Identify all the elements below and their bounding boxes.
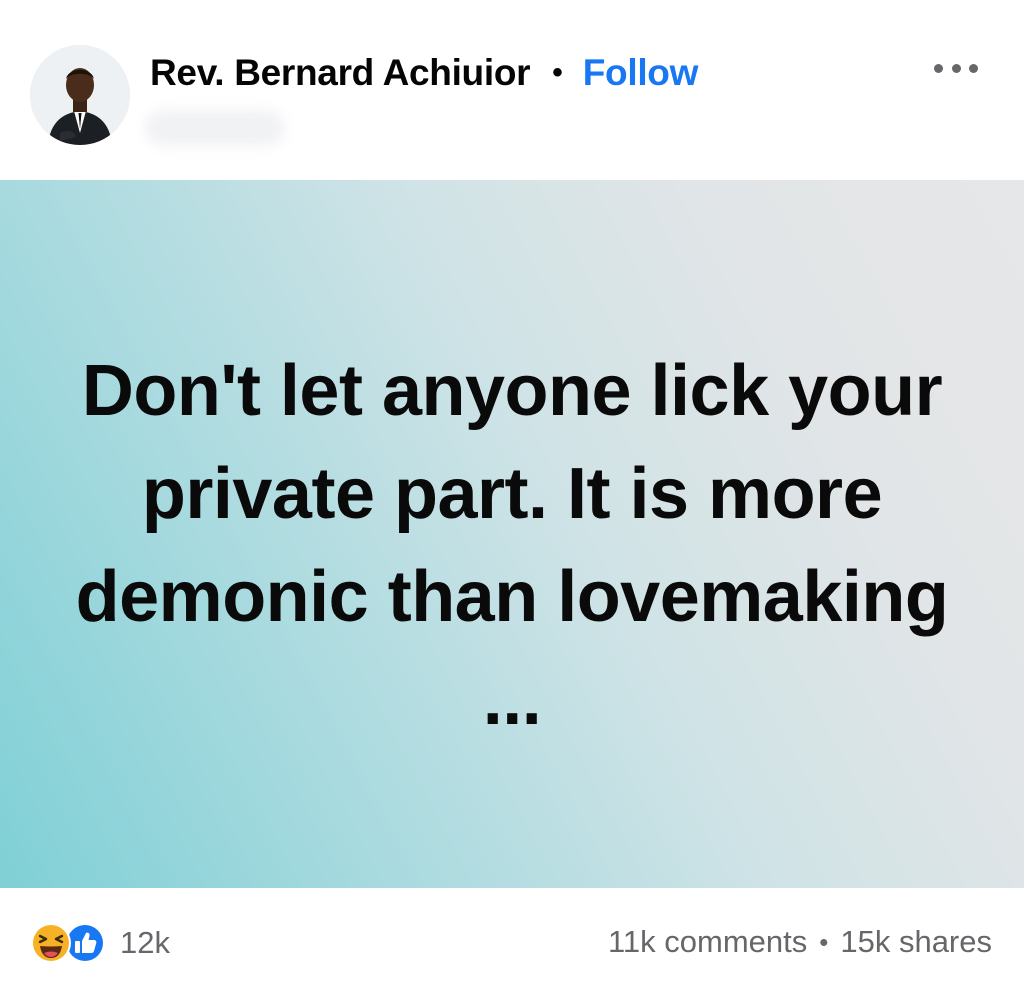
reaction-count: 12k (120, 925, 170, 960)
stats-separator: • (819, 926, 829, 957)
reactions-summary[interactable]: 12k (30, 922, 170, 964)
separator-dot: • (552, 56, 563, 89)
more-dot (934, 63, 943, 73)
shares-count[interactable]: 15k shares (840, 924, 992, 960)
post-header: Rev. Bernard Achiuior • Follow (0, 0, 1024, 180)
blurred-timestamp (145, 110, 285, 146)
comments-count[interactable]: 11k comments (608, 924, 807, 960)
haha-reaction-icon (31, 923, 71, 963)
post-stats: 11k comments • 15k shares (608, 924, 992, 960)
author-name[interactable]: Rev. Bernard Achiuior (150, 52, 531, 94)
follow-button[interactable]: Follow (583, 52, 699, 94)
post-text: Don't let anyone lick your private part.… (75, 351, 949, 740)
avatar[interactable] (30, 45, 130, 145)
more-dot (951, 63, 961, 73)
more-dot (969, 63, 978, 73)
more-options-icon[interactable] (934, 58, 978, 78)
author-row: Rev. Bernard Achiuior • Follow (150, 50, 698, 96)
